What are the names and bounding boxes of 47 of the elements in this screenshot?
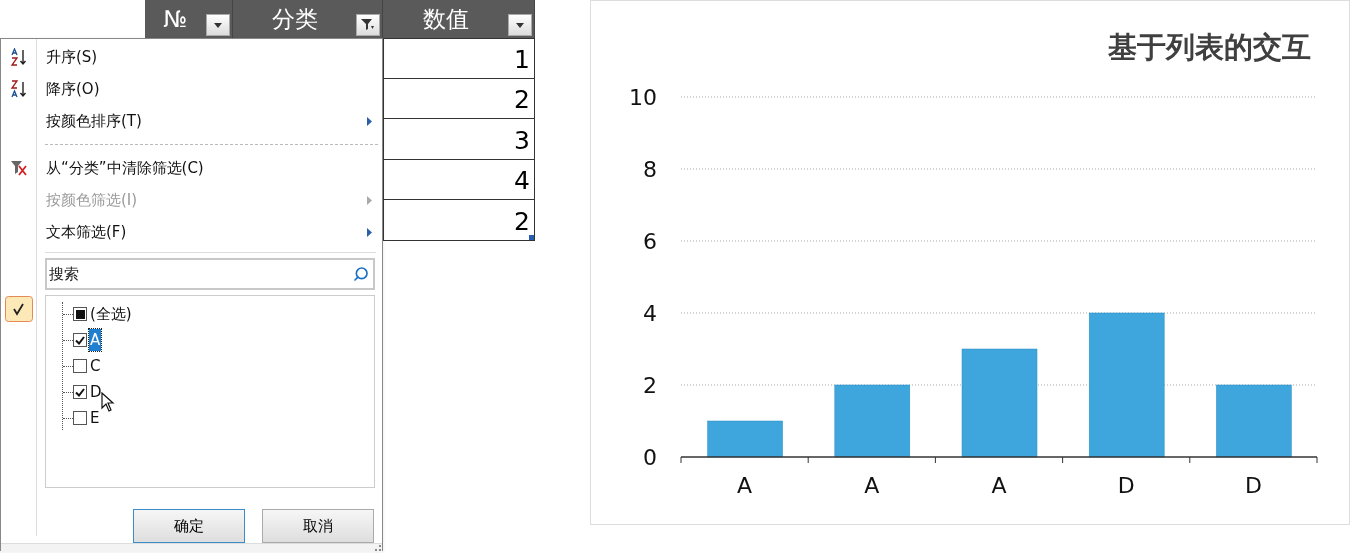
- menu-item[interactable]: 文本筛选(F): [46, 218, 372, 246]
- list-option[interactable]: C: [89, 354, 102, 378]
- menu-item[interactable]: 按颜色排序(T): [46, 107, 372, 135]
- sort-descending-icon: [10, 80, 28, 98]
- column-header: №: [162, 5, 189, 34]
- list-option[interactable]: D: [89, 380, 103, 404]
- sort-ascending-icon: [10, 48, 28, 66]
- list-option[interactable]: A: [89, 328, 102, 352]
- filter-dropdown-button[interactable]: [206, 14, 230, 36]
- checkbox[interactable]: [73, 411, 87, 425]
- y-tick-label: 6: [643, 229, 657, 254]
- clear-filter-icon: [10, 160, 28, 176]
- x-tick-label: D: [1244, 473, 1262, 498]
- x-tick-label: A: [991, 473, 1007, 498]
- column-header: 数值: [421, 5, 470, 34]
- menu-item[interactable]: 降序(O): [46, 75, 372, 103]
- checkmark-icon: [5, 296, 33, 322]
- dialog-button[interactable]: 确定: [133, 509, 245, 543]
- y-tick-label: 10: [629, 85, 657, 110]
- x-tick-label: A: [737, 473, 753, 498]
- mouse-pointer-icon: [101, 392, 115, 412]
- table-cell: 1: [383, 38, 535, 79]
- column-header: 分类: [270, 5, 319, 34]
- filter-icon: [361, 19, 375, 31]
- menu-item[interactable]: 升序(S): [46, 43, 372, 71]
- y-tick-label: 8: [643, 157, 657, 182]
- filter-dropdown-button[interactable]: [356, 14, 380, 36]
- dropdown-caret-icon: [516, 22, 524, 28]
- dropdown-caret-icon: [214, 22, 222, 28]
- table-cell: 2: [383, 78, 535, 119]
- y-tick-label: 4: [643, 301, 657, 326]
- table-cell: 3: [383, 119, 535, 160]
- menu-item[interactable]: 从“分类”中清除筛选(C): [46, 154, 372, 182]
- search-icon: [353, 266, 369, 282]
- list-option[interactable]: E: [89, 406, 101, 430]
- y-tick-label: 0: [643, 445, 657, 470]
- checkbox[interactable]: [73, 359, 87, 373]
- chart-title: 基于列表的交互: [1108, 30, 1311, 64]
- search-field[interactable]: 搜索: [45, 258, 375, 290]
- dialog-button[interactable]: 取消: [262, 509, 374, 543]
- list-option[interactable]: (全选): [89, 302, 133, 326]
- filter-dropdown-button[interactable]: [508, 14, 532, 36]
- y-tick-label: 2: [643, 373, 657, 398]
- x-tick-label: D: [1117, 473, 1135, 498]
- table-cell: 2: [383, 200, 535, 241]
- x-tick-label: A: [864, 473, 880, 498]
- table-cell: 4: [383, 159, 535, 200]
